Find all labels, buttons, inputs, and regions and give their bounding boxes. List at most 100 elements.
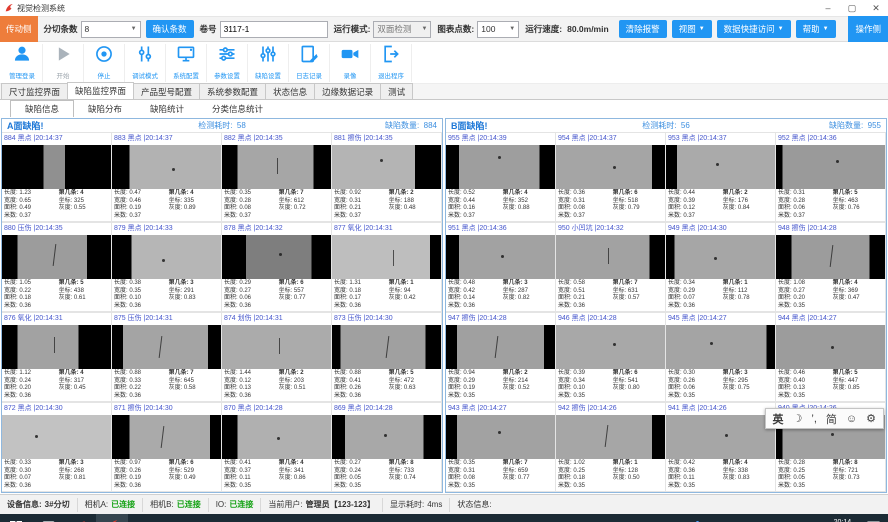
task-view-button[interactable] [32,514,64,522]
drive-side-button[interactable]: 传动侧 [0,16,38,42]
info-coord: 坐标: 557 [279,288,329,296]
defect-cell-948[interactable]: 948 擦伤 |20:14:28长度: 1.08宽度: 0.27面积: 0.20… [776,222,886,312]
defect-cell-954[interactable]: 954 黑点 |20:14:37长度: 0.36宽度: 0.31面积: 0.08… [556,132,666,222]
defect-image [112,145,221,189]
defect-mark [54,337,55,353]
subtab-1[interactable]: 缺陷分布 [74,101,136,117]
action-log[interactable]: 日志记录 [289,44,330,82]
defect-image [222,145,331,189]
info-area: 面积: 0.10 [114,295,169,303]
chart-points-select[interactable]: 100▼ [477,21,519,38]
defect-cell-882[interactable]: 882 黑点 |20:14:35长度: 0.35宽度: 0.28面积: 0.08… [222,132,332,222]
action-label: 停止 [98,71,111,80]
defect-cell-875[interactable]: 875 压伤 |20:14:31长度: 0.88宽度: 0.33面积: 0.22… [112,312,222,402]
ime-punctuation-icon[interactable]: ’, [811,413,817,425]
maximize-button[interactable]: ▢ [840,3,864,14]
info-area: 面积: 0.12 [668,205,723,213]
slit-count-select[interactable]: 8▼ [81,21,141,38]
action-stop[interactable]: 停止 [84,44,125,82]
defect-cell-869[interactable]: 869 黑点 |20:14:28长度: 0.27宽度: 0.24面积: 0.05… [332,402,442,492]
tab-4[interactable]: 状态信息 [265,83,315,99]
action-sliders[interactable]: 调试模式 [125,44,166,82]
minimize-button[interactable]: – [816,3,840,14]
info-meters: 米数: 0.35 [448,483,503,491]
subtab-3[interactable]: 分类信息统计 [198,101,277,117]
action-play[interactable]: 开始 [43,44,84,82]
defect-cell-872[interactable]: 872 黑点 |20:14:30长度: 0.33宽度: 0.30面积: 0.07… [2,402,112,492]
subtab-2[interactable]: 缺陷统计 [136,101,198,117]
defect-cell-874[interactable]: 874 划伤 |20:14:31长度: 1.44宽度: 0.12面积: 0.13… [222,312,332,402]
defect-cell-950[interactable]: 950 小凹坑 |20:14:32长度: 0.58宽度: 0.51面积: 0.2… [556,222,666,312]
info-meters: 米数: 0.37 [114,213,169,221]
ime-moon-icon[interactable]: ☽ [793,412,803,425]
ime-lang-en[interactable]: 英 [773,411,784,427]
defect-mark [613,343,616,346]
confirm-count-button[interactable]: 确认条数 [146,20,194,38]
info-coord: 坐标: 291 [169,288,219,296]
defect-cell-880[interactable]: 880 压伤 |20:14:35 长度: 1.05宽度: 0.22面积: 0.18… [2,222,112,312]
action-sliders-h[interactable]: 参数设置 [207,44,248,82]
tab-5[interactable]: 边缘数据记录 [314,83,381,99]
taskbar-app-shortcut[interactable] [64,514,96,522]
defect-cell-941[interactable]: 941 黑点 |20:14:26长度: 0.42宽度: 0.36面积: 0.11… [666,402,776,492]
action-sliders-v[interactable]: 缺陷设置 [248,44,289,82]
ime-emoji-icon[interactable]: ☺ [846,413,857,425]
defect-cell-header: 873 压伤 |20:14:30 [332,313,441,325]
taskbar-active-app[interactable] [96,514,128,522]
tab-6[interactable]: 测试 [380,83,413,99]
defect-cell-945[interactable]: 945 黑点 |20:14:27长度: 0.30宽度: 0.26面积: 0.06… [666,312,776,402]
detect-time: 检测耗时: 58 [150,120,293,131]
subtab-0[interactable]: 缺陷信息 [10,100,74,118]
tab-3[interactable]: 系统参数配置 [199,83,266,99]
tab-1[interactable]: 缺陷监控界面 [67,82,134,99]
defect-mark [277,158,278,174]
defect-cell-883[interactable]: 883 黑点 |20:14:37长度: 0.47宽度: 0.46面积: 0.19… [112,132,222,222]
defect-cell-952[interactable]: 952 黑点 |20:14:36长度: 0.31宽度: 0.28面积: 0.06… [776,132,886,222]
tray-time: 20:14 [827,519,858,522]
action-user[interactable]: 管理登录 [2,44,43,82]
action-camera[interactable]: 录像 [330,44,371,82]
defect-cell-944[interactable]: 944 黑点 |20:14:27长度: 0.46宽度: 0.40面积: 0.13… [776,312,886,402]
tab-2[interactable]: 产品型号配置 [133,83,200,99]
defect-info: 长度: 1.05宽度: 0.22面积: 0.18米数: 0.36第几条: 5坐标… [2,279,111,311]
defect-cell-878[interactable]: 878 黑点 |20:14:32长度: 0.29宽度: 0.27面积: 0.06… [222,222,332,312]
action-exit[interactable]: 退出程序 [371,44,412,82]
roll-number-input[interactable] [220,21,328,38]
operate-side-button[interactable]: 操作侧 [848,16,888,42]
start-button[interactable] [0,514,32,522]
action-monitor[interactable]: 系统配置 [166,44,207,82]
defect-cell-873[interactable]: 873 压伤 |20:14:30长度: 0.88宽度: 0.41面积: 0.26… [332,312,442,402]
defect-cell-942[interactable]: 942 擦伤 |20:14:26长度: 1.02宽度: 0.25面积: 0.18… [556,402,666,492]
quick-access-menu-button[interactable]: 数据快捷访问▼ [717,20,791,38]
defect-cell-879[interactable]: 879 黑点 |20:14:33长度: 0.38宽度: 0.35面积: 0.10… [112,222,222,312]
defect-cell-947[interactable]: 947 擦伤 |20:14:28长度: 0.94宽度: 0.29面积: 0.19… [446,312,556,402]
window-title: 视觉检测系统 [17,3,65,14]
defect-cell-884[interactable]: 884 黑点 |20:14:37长度: 1.23宽度: 0.65面积: 0.49… [2,132,112,222]
run-mode-select[interactable]: 双面检测▼ [373,21,431,38]
clear-alarm-button[interactable]: 清除报警 [619,20,667,38]
defect-cell-953[interactable]: 953 黑点 |20:14:37长度: 0.44宽度: 0.39面积: 0.12… [666,132,776,222]
view-menu-button[interactable]: 视图▼ [672,20,712,38]
info-strip: 第几条: 7 [503,460,553,468]
ime-settings-gear-icon[interactable]: ⚙ [866,412,876,425]
defect-cell-951[interactable]: 951 黑点 |20:14:36长度: 0.48宽度: 0.42面积: 0.14… [446,222,556,312]
info-strip: 第几条: 6 [613,370,663,378]
clock[interactable]: 20:14 2025/2/10 [827,519,858,522]
defect-cell-header: 880 压伤 |20:14:35 [2,223,111,235]
defect-cell-876[interactable]: 876 氧化 |20:14:31长度: 1.12宽度: 0.24面积: 0.20… [2,312,112,402]
ime-simplified[interactable]: 简 [826,411,837,427]
defect-cell-870[interactable]: 870 黑点 |20:14:28长度: 0.41宽度: 0.37面积: 0.11… [222,402,332,492]
defect-cell-949[interactable]: 949 黑点 |20:14:30长度: 0.34宽度: 0.29面积: 0.07… [666,222,776,312]
info-meters: 米数: 0.37 [558,213,613,221]
close-button[interactable]: ✕ [864,3,888,14]
ime-toolbar: 英 ☽ ’, 简 ☺ ⚙ [765,408,884,429]
tab-0[interactable]: 尺寸监控界面 [1,83,68,99]
defect-cell-871[interactable]: 871 擦伤 |20:14:30长度: 0.97宽度: 0.26面积: 0.19… [112,402,222,492]
defect-cell-881[interactable]: 881 擦伤 |20:14:35长度: 0.92宽度: 0.31面积: 0.21… [332,132,442,222]
help-menu-button[interactable]: 帮助▼ [796,20,836,38]
info-area: 面积: 0.21 [558,295,613,303]
defect-cell-946[interactable]: 946 黑点 |20:14:28长度: 0.39宽度: 0.34面积: 0.10… [556,312,666,402]
defect-cell-877[interactable]: 877 氧化 |20:14:31长度: 1.31宽度: 0.18面积: 0.17… [332,222,442,312]
defect-cell-955[interactable]: 955 黑点 |20:14:39长度: 0.52宽度: 0.44面积: 0.16… [446,132,556,222]
defect-cell-943[interactable]: 943 黑点 |20:14:27长度: 0.35宽度: 0.31面积: 0.08… [446,402,556,492]
